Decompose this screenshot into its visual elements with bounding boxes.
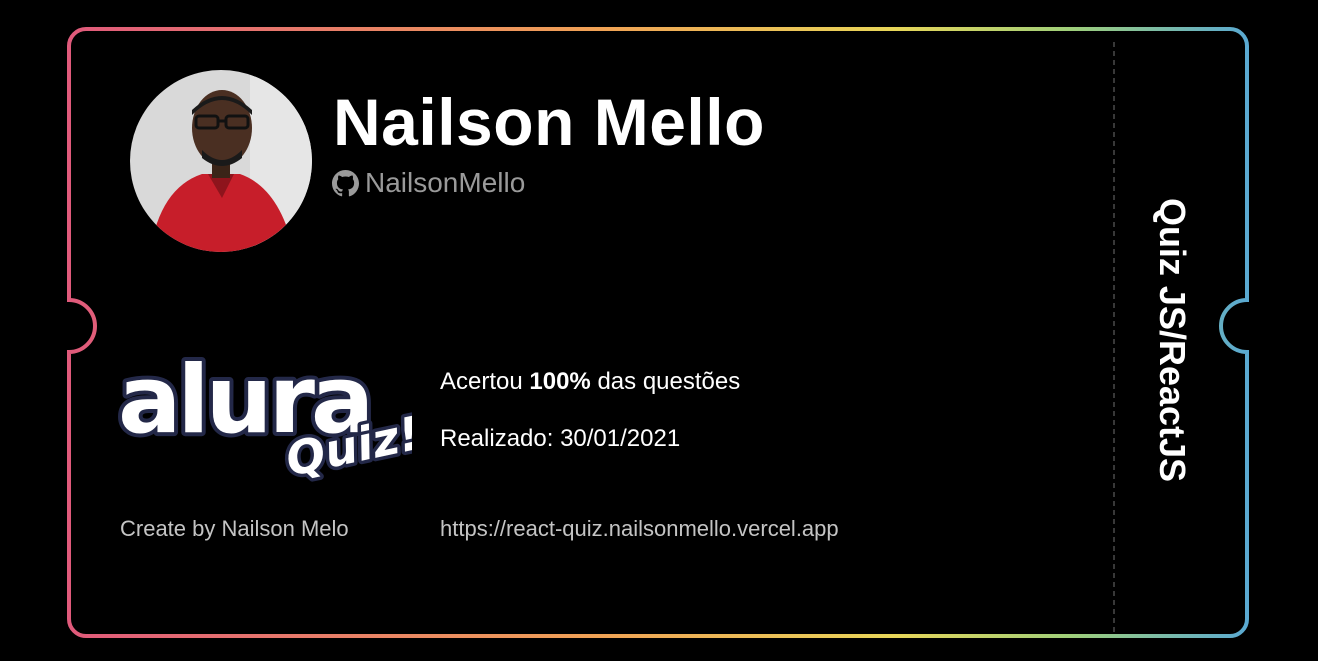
app-url-link[interactable]: https://react-quiz.nailsonmello.vercel.a…: [440, 515, 839, 543]
quiz-title: Quiz JS/ReactJS: [1152, 197, 1193, 483]
github-username: NailsonMello: [365, 167, 526, 198]
github-profile-link[interactable]: NailsonMello: [332, 166, 525, 200]
user-name: Nailson Mello: [333, 85, 765, 159]
score-summary: Acertou 100% das questões: [440, 366, 740, 398]
score-value: 100%: [529, 368, 591, 395]
github-icon: [332, 169, 359, 197]
avatar: [130, 70, 312, 252]
user-avatar-photo: [130, 70, 312, 252]
score-suffix: das questões: [590, 368, 741, 395]
completion-date: Realizado: 30/01/2021: [440, 425, 681, 452]
score-prefix: Acertou: [440, 368, 530, 395]
creator-credit: Create by Nailson Melo: [120, 516, 349, 541]
alura-quiz-logo: alura Quiz!: [114, 342, 412, 485]
